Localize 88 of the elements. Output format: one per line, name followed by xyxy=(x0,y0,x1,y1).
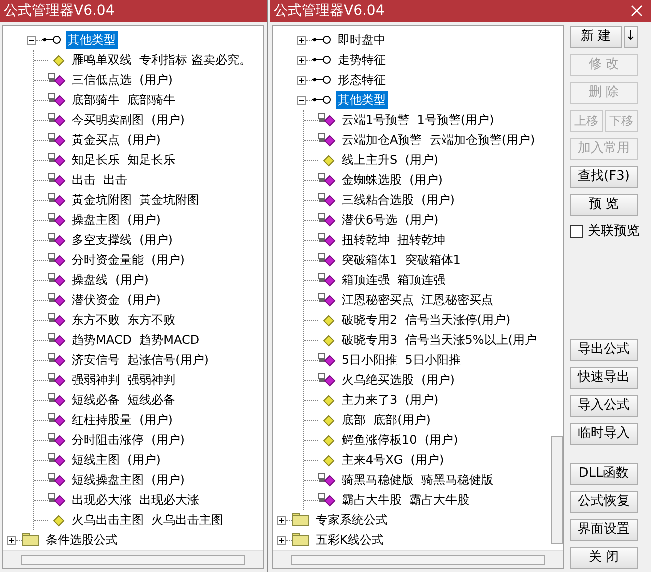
tree-item[interactable]: 破晓专用3 信号当天涨5%以上(用户 xyxy=(340,331,539,349)
tree-item[interactable]: 济安信号 起涨信号(用户) xyxy=(70,351,211,369)
key-icon xyxy=(312,75,332,85)
window-title: 公式管理器V6.04 xyxy=(274,2,385,21)
tree-item[interactable]: 三信低点选 (用户) xyxy=(70,71,175,89)
folder-icon xyxy=(22,533,40,547)
tree-item[interactable]: 云端加仓A预警 云端加仓预警(用户) xyxy=(340,131,538,149)
button[interactable]: 导出公式 xyxy=(570,339,638,361)
tree-item[interactable]: 其他类型 xyxy=(336,91,388,109)
button[interactable]: 新 建 xyxy=(570,26,622,48)
tree-item[interactable]: 分时资金量能 (用户) xyxy=(70,251,187,269)
tree-item[interactable]: 操盘主图 (用户) xyxy=(70,211,163,229)
tree-item[interactable]: 主来4号XG (用户) xyxy=(340,451,446,469)
tree-item[interactable]: 知足长乐 知足长乐 xyxy=(70,151,178,169)
tree-item[interactable]: 鳄鱼涨停板10 (用户) xyxy=(340,431,460,449)
key-icon xyxy=(312,95,332,105)
tree-item[interactable]: 形态特征 xyxy=(336,71,388,89)
tree-item[interactable]: 扭转乾坤 扭转乾坤 xyxy=(340,231,448,249)
button[interactable]: 临时导入 xyxy=(570,423,638,445)
tree-item[interactable]: 短线主图 (用户) xyxy=(70,451,163,469)
expand-toggle[interactable] xyxy=(297,36,306,44)
tree-item[interactable]: 走势特征 xyxy=(336,51,388,69)
tree-item[interactable]: 线上主升S (用户) xyxy=(340,151,441,169)
tree-item[interactable]: 云端1号预警 1号预警(用户) xyxy=(340,111,496,129)
tree-item[interactable]: 火乌绝买选股 (用户) xyxy=(340,371,457,389)
tree-item[interactable]: 底部骑牛 底部骑牛 xyxy=(70,91,178,109)
tree-item[interactable]: 出现必大涨 出现必大涨 xyxy=(70,491,202,509)
tree-item[interactable]: 箱顶连强 箱顶连强 xyxy=(340,271,448,289)
tree-item[interactable]: 强弱神判 强弱神判 xyxy=(70,371,178,389)
collapse-toggle[interactable] xyxy=(27,36,36,44)
key-icon xyxy=(42,35,62,45)
dropdown-button[interactable]: ↓ xyxy=(624,26,638,48)
tree-item[interactable]: 操盘线 (用户) xyxy=(70,271,151,289)
tree-item[interactable]: 火乌出击主图 火乌出击主图 xyxy=(70,511,226,529)
key-icon xyxy=(312,35,332,45)
tree-item[interactable]: 雁鸣单双线 专利指标 盗卖必究。 xyxy=(70,51,254,69)
folder-icon xyxy=(292,533,310,547)
button[interactable]: DLL函数 xyxy=(570,463,638,485)
tree-item[interactable]: 红柱持股量 (用户) xyxy=(70,411,175,429)
button[interactable]: 预 览 xyxy=(570,194,638,216)
tree-item[interactable]: 趋势MACD 趋势MACD xyxy=(70,331,202,349)
tree-item[interactable]: 骑黑马稳健版 骑黑马稳健版 xyxy=(340,471,496,489)
tree-item[interactable]: 金蜘蛛选股 (用户) xyxy=(340,171,445,189)
tree-item[interactable]: 5日小阳推 5日小阳推 xyxy=(340,351,463,369)
tree-item[interactable]: 即时盘中 xyxy=(336,31,388,49)
tree-item[interactable]: 黃金坑附图 黃金坑附图 xyxy=(70,191,202,209)
tree-item[interactable]: 主力来了3 (用户) xyxy=(340,391,441,409)
tree-item[interactable]: 出击 出击 xyxy=(70,171,130,189)
collapse-toggle[interactable] xyxy=(297,96,306,104)
tree-item[interactable]: 五彩K线公式 xyxy=(314,531,386,549)
tree-item[interactable]: 底部 底部(用户) xyxy=(340,411,433,429)
tree-item[interactable]: 突破箱体1 突破箱体1 xyxy=(340,251,463,269)
checkbox[interactable] xyxy=(570,225,583,238)
button[interactable]: 公式恢复 xyxy=(570,491,638,513)
tree-item[interactable]: 江恩秘密买点 江恩秘密买点 xyxy=(340,291,496,309)
close-icon[interactable] xyxy=(629,3,645,19)
expand-toggle[interactable] xyxy=(277,536,286,544)
tree-item[interactable]: 霸占大牛股 霸占大牛股 xyxy=(340,491,472,509)
expand-toggle[interactable] xyxy=(277,516,286,524)
button[interactable]: 导入公式 xyxy=(570,395,638,417)
tree-item[interactable]: 条件选股公式 xyxy=(44,531,120,549)
tree-item[interactable]: 潜伏资金 (用户) xyxy=(70,291,163,309)
tree-item[interactable]: 潜伏6号选 (用户) xyxy=(340,211,441,229)
tree-item[interactable]: 东方不败 东方不败 xyxy=(70,311,178,329)
tree-item[interactable]: 黃金买点 (用户) xyxy=(70,131,163,149)
tree-item[interactable]: 专家系统公式 xyxy=(314,511,390,529)
button[interactable]: 关 闭 xyxy=(570,547,638,569)
button[interactable]: 查找(F3) xyxy=(570,166,638,188)
tree-item[interactable]: 其他类型 xyxy=(66,31,118,49)
tree-item[interactable]: 三线粘合选股 (用户) xyxy=(340,191,457,209)
window-title: 公式管理器V6.04 xyxy=(4,2,115,21)
button[interactable]: 界面设置 xyxy=(570,519,638,541)
expand-toggle[interactable] xyxy=(297,56,306,64)
tree-item[interactable]: 短线必备 短线必备 xyxy=(70,391,178,409)
tree-item[interactable]: 分时阻击涨停 (用户) xyxy=(70,431,187,449)
key-icon xyxy=(312,55,332,65)
button[interactable]: 快速导出 xyxy=(570,367,638,389)
expand-toggle[interactable] xyxy=(297,76,306,84)
tree-item[interactable]: 短线操盘主图 (用户) xyxy=(70,471,187,489)
folder-icon xyxy=(292,513,310,527)
expand-toggle[interactable] xyxy=(7,536,16,544)
tree-item[interactable]: 多空支撑线 (用户) xyxy=(70,231,175,249)
scrollbar-thumb[interactable] xyxy=(21,554,245,564)
tree-item[interactable]: 今买明卖副图 (用户) xyxy=(70,111,187,129)
tree-item[interactable]: 破晓专用2 信号当天涨停(用户) xyxy=(340,311,513,329)
scrollbar-thumb[interactable] xyxy=(551,436,563,544)
checkbox-label[interactable]: 关联预览 xyxy=(588,222,640,242)
scrollbar-thumb[interactable] xyxy=(291,554,545,564)
